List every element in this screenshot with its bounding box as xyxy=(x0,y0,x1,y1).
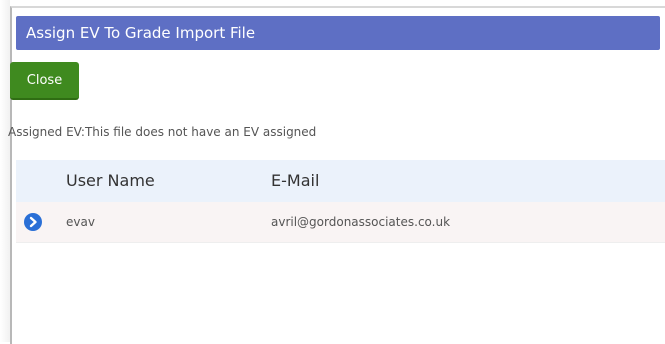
column-header-user-name[interactable]: User Name xyxy=(66,160,155,202)
close-button[interactable]: Close xyxy=(10,62,79,100)
cell-user-name: evav xyxy=(66,215,95,229)
column-header-email[interactable]: E-Mail xyxy=(271,160,319,202)
arrow-right-circle-icon[interactable] xyxy=(24,213,42,231)
table-header: User Name E-Mail xyxy=(16,160,665,202)
user-table: User Name E-Mail evav avril@gordonassoci… xyxy=(16,160,665,243)
left-shadow xyxy=(0,0,10,342)
cell-email: avril@gordonassociates.co.uk xyxy=(271,215,451,229)
assigned-ev-status: Assigned EV:This file does not have an E… xyxy=(8,125,317,139)
table-row[interactable]: evav avril@gordonassociates.co.uk xyxy=(16,202,665,243)
dialog-title: Assign EV To Grade Import File xyxy=(16,16,660,50)
